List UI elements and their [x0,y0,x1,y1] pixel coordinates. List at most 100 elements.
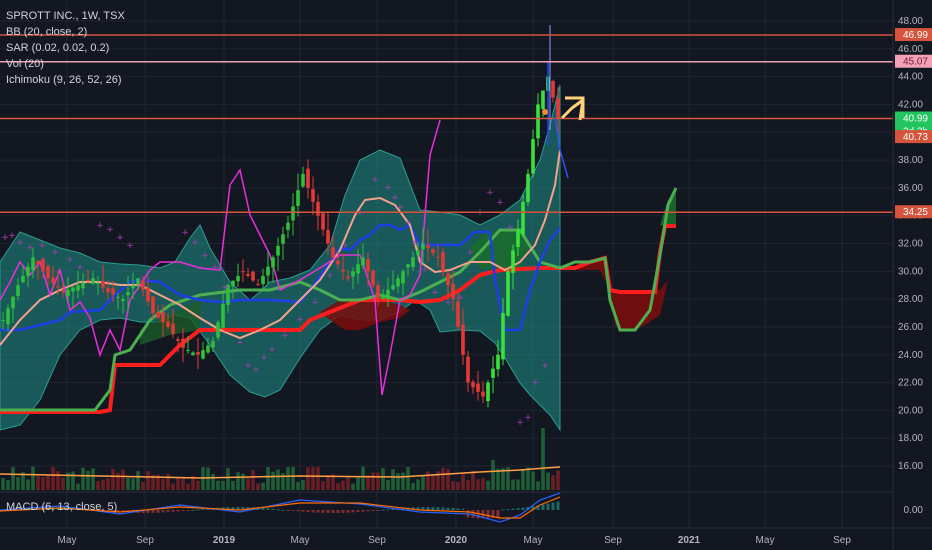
sar-dot: + [281,331,289,341]
candle-body [6,308,10,325]
sar-dot: + [431,288,439,298]
candle-body [556,98,560,119]
candle-body [336,260,340,265]
macd-histogram-bar [461,508,465,510]
volume-bar [401,472,405,490]
volume-bar [86,470,90,490]
volume-bar [361,466,365,490]
macd-histogram-bar [371,510,375,511]
volume-bar [246,478,250,490]
macd-histogram-bar [386,509,390,511]
candle-body [486,382,490,402]
volume-bar [31,466,35,490]
macd-histogram-bar [181,510,185,511]
bb-indicator-label[interactable]: BB (20, close, 2) [6,24,125,40]
volume-bar [236,472,240,490]
volume-bar [511,479,515,490]
volume-bar [186,483,190,490]
macd-histogram-bar [316,510,320,513]
candle-body [516,229,520,247]
macd-histogram-bar [156,510,160,513]
candle-body [391,285,395,290]
candle-body [276,245,280,256]
vol-indicator-label[interactable]: Vol (20) [6,56,125,72]
volume-bar [426,471,430,490]
candle-body [471,381,475,388]
volume-bar [51,466,55,490]
volume-bar [111,468,115,490]
volume-bar [536,481,540,490]
candle-body [431,249,435,253]
sar-indicator-label[interactable]: SAR (0.02, 0.02, 0.2) [6,40,125,56]
sar-dot: + [456,293,464,303]
macd-histogram-bar [276,509,280,511]
macd-histogram-bar [186,510,190,511]
volume-bar [431,474,435,490]
candle-body [461,324,465,355]
macd-histogram-bar [516,508,520,510]
candle-body [136,278,140,285]
y-tick-label: 44.00 [898,72,923,83]
volume-bar [221,480,225,490]
symbol-title[interactable]: SPROTT INC., 1W, TSX [6,8,125,24]
macd-indicator-label[interactable]: MACD (6, 13, close, 5) [6,501,117,513]
volume-bar [276,469,280,490]
sar-dot: + [236,338,244,348]
volume-bar [231,480,235,490]
y-tick-label: 26.00 [898,322,923,333]
x-tick-label: Sep [833,535,851,546]
price-tag-40-73: 40.73 [903,132,928,143]
volume-bar [526,467,530,490]
price-chart[interactable]: + ++ + +++++ ++++++++++ ++++++++++++++++++ +++… [0,0,932,550]
price-tag-45-07: 45.07 [903,57,928,68]
candle-body [51,277,55,283]
volume-bar [176,477,180,490]
volume-bar [101,479,105,490]
sar-dot: + [496,198,504,208]
volume-bar [411,482,415,490]
macd-histogram-bar [161,510,165,513]
volume-bar [286,467,290,490]
candle-body [361,257,365,266]
volume-bar [391,469,395,490]
candle-body [526,173,530,202]
ichimoku-indicator-label[interactable]: Ichimoku (9, 26, 52, 26) [6,72,125,88]
volume-bar [81,467,85,490]
macd-histogram-bar [196,509,200,511]
volume-bar [1,478,5,490]
volume-bar [26,479,30,490]
candle-body [96,282,100,284]
sar-dot: + [391,193,399,203]
sar-dot: + [76,263,84,273]
macd-histogram-bar [171,510,175,512]
candle-body [326,229,330,244]
macd-histogram-bar [431,507,435,510]
volume-bar [211,473,215,490]
volume-bar [471,470,475,490]
volume-bar [136,470,140,490]
volume-bar [241,473,245,490]
sar-dot: + [476,208,484,218]
volume-bar [166,473,170,490]
candle-body [216,322,220,338]
candle-body [351,271,355,277]
volume-bar [126,477,130,490]
sar-dot: + [116,233,124,243]
volume-bar [256,483,260,490]
candle-body [241,271,245,273]
volume-bar [446,469,450,490]
candle-body [61,290,65,293]
candle-body [481,391,485,397]
macd-histogram-bar [176,510,180,512]
volume-bar [71,471,75,490]
volume-bar [196,480,200,490]
y-tick-label: 22.00 [898,378,923,389]
volume-bar [336,483,340,490]
sar-dot: + [516,418,524,428]
volume-bar [556,470,560,490]
candle-body [416,250,420,255]
sar-dot: + [260,353,268,363]
candle-body [426,244,430,249]
sar-dot: + [311,298,319,308]
y-tick-label: 18.00 [898,433,923,444]
